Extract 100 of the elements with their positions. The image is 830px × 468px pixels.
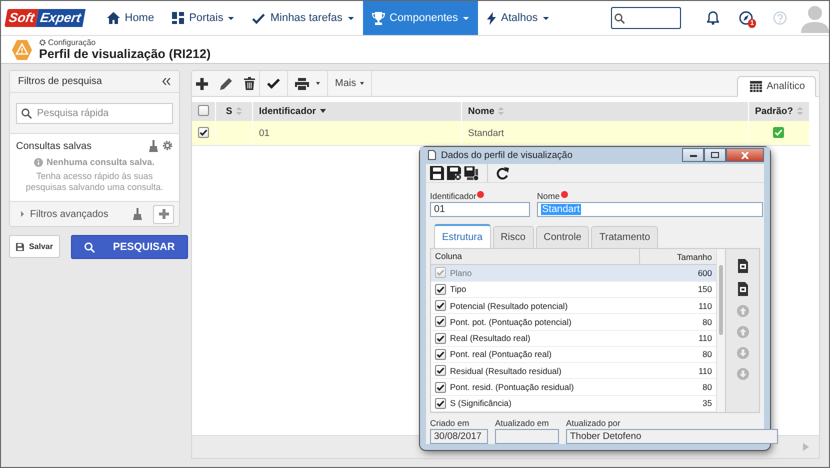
scrollbar-thumb[interactable] xyxy=(719,265,723,336)
search-icon xyxy=(614,12,625,24)
tab[interactable]: Estrutura xyxy=(434,224,491,248)
trash-icon[interactable] xyxy=(244,77,255,90)
dialog-title: Dados do perfil de visualização xyxy=(441,150,572,161)
checkbox[interactable] xyxy=(435,316,446,328)
collapse-icon[interactable] xyxy=(162,78,171,85)
table-cell-text: 80 xyxy=(702,382,713,392)
brush-icon[interactable] xyxy=(149,140,158,152)
column-header[interactable]: Coluna xyxy=(431,249,640,264)
caret-icon[interactable] xyxy=(316,82,320,85)
tab[interactable]: Tratamento xyxy=(591,226,658,248)
field-label: Criado em xyxy=(430,418,470,428)
maximize-button[interactable] xyxy=(704,148,726,162)
save-copy-icon[interactable] xyxy=(464,166,479,181)
field-label: Identificador xyxy=(430,191,476,202)
add-button[interactable] xyxy=(153,204,174,224)
checkbox[interactable] xyxy=(435,332,446,344)
table-cell-text: 80 xyxy=(702,316,713,327)
table-cell-text: 110 xyxy=(698,366,713,376)
brand-logo[interactable]: Soft Expert xyxy=(3,1,87,35)
check-icon[interactable] xyxy=(267,78,280,89)
nav-tab[interactable]: Portais xyxy=(163,1,244,35)
list-item[interactable]: Pont. pot. (Pontuação potencial) xyxy=(450,316,572,327)
nav-icon xyxy=(106,12,120,24)
checkbox[interactable] xyxy=(435,398,446,409)
list-item[interactable]: S (Significância) xyxy=(450,398,512,408)
nav-icon xyxy=(372,12,384,24)
input-field[interactable] xyxy=(495,429,559,444)
section-title[interactable]: Filtros avançados xyxy=(30,208,128,220)
plus-icon xyxy=(158,209,168,219)
field-label: Atualizado por xyxy=(566,418,622,428)
table-cell-text: 35 xyxy=(702,398,713,408)
expand-icon[interactable] xyxy=(20,211,25,217)
restore-icon xyxy=(711,152,719,158)
tab[interactable]: Risco xyxy=(492,226,534,248)
nav-tab[interactable]: Home xyxy=(98,1,164,35)
minimize-button[interactable] xyxy=(682,148,704,162)
close-icon xyxy=(741,152,749,159)
table-cell: 01 xyxy=(259,128,270,138)
section-title: Consultas salvas xyxy=(16,140,92,152)
search-icon xyxy=(84,242,95,252)
pencil-icon[interactable] xyxy=(220,78,232,90)
column-header[interactable]: Nome xyxy=(468,106,494,117)
checkbox[interactable] xyxy=(198,104,209,116)
sort-icon[interactable] xyxy=(320,108,326,114)
close-button[interactable] xyxy=(726,148,764,162)
empty-title: Nenhuma consulta salva. xyxy=(46,157,155,168)
printer-icon[interactable] xyxy=(295,78,309,90)
gear-icon xyxy=(39,39,46,46)
table-cell: Standart xyxy=(468,128,504,138)
save-close-icon[interactable] xyxy=(447,166,461,180)
nav-tab[interactable]: Componentes xyxy=(362,1,478,35)
nav-icon xyxy=(172,12,184,24)
floppy-icon xyxy=(16,242,24,252)
refresh-icon[interactable] xyxy=(496,166,509,180)
view-tab[interactable]: Analítico xyxy=(736,76,816,97)
list-item[interactable]: Pont. resid. (Pontuação residual) xyxy=(450,382,574,392)
panel-title: Filtros de pesquisa xyxy=(18,76,102,87)
column-header[interactable]: Tamanho xyxy=(640,252,716,262)
search-field[interactable] xyxy=(611,7,681,29)
input-field[interactable]: 01 xyxy=(430,202,530,218)
save-button[interactable]: Salvar xyxy=(9,235,60,258)
compass-icon[interactable] xyxy=(739,11,753,25)
save-icon[interactable] xyxy=(430,166,444,180)
table-cell-text: 150 xyxy=(698,284,713,294)
checkbox[interactable] xyxy=(435,300,446,312)
list-item[interactable]: Real (Resultado real) xyxy=(450,333,530,344)
bell-icon[interactable] xyxy=(707,11,719,25)
checkbox[interactable] xyxy=(198,126,209,138)
input-field[interactable]: Thober Detofeno xyxy=(566,429,778,444)
table-cell-text: 600 xyxy=(698,268,713,278)
nav-tab[interactable]: Minhas tarefas xyxy=(243,1,362,35)
search-button[interactable]: PESQUISAR xyxy=(71,235,188,259)
column-header[interactable]: Identificador xyxy=(259,106,316,117)
field-label: Nome xyxy=(537,191,560,202)
nav-tab[interactable]: Atalhos xyxy=(478,1,558,35)
brush-icon[interactable] xyxy=(133,208,142,220)
nav-icon xyxy=(487,12,496,24)
nav-icon xyxy=(252,12,266,24)
list-item[interactable]: Tipo xyxy=(450,284,466,294)
checkbox[interactable] xyxy=(435,382,446,393)
search-icon xyxy=(21,108,32,119)
checkbox[interactable] xyxy=(435,365,446,376)
empty-message: Tenha acesso rápido às suas pesquisas salvando uma consulta. xyxy=(24,171,164,193)
input-field[interactable]: 30/08/2017 xyxy=(430,429,488,444)
list-item[interactable]: Potencial (Resultado potencial) xyxy=(450,300,568,311)
list-item[interactable]: Pont. real (Pontuação real) xyxy=(450,349,552,360)
breadcrumb[interactable]: Configuração xyxy=(48,38,96,47)
plus-icon[interactable] xyxy=(196,78,208,90)
tab[interactable]: Controle xyxy=(536,226,590,248)
settings-icon[interactable] xyxy=(162,140,173,151)
checkbox[interactable] xyxy=(435,348,446,360)
field-label: Atualizado em xyxy=(495,418,550,428)
warning-icon xyxy=(11,38,33,60)
checkbox[interactable] xyxy=(435,284,446,295)
column-header[interactable]: S xyxy=(226,106,232,117)
info-icon xyxy=(34,158,44,167)
more-menu[interactable]: Mais xyxy=(328,71,372,96)
list-item[interactable]: Residual (Resultado residual) xyxy=(450,366,562,376)
